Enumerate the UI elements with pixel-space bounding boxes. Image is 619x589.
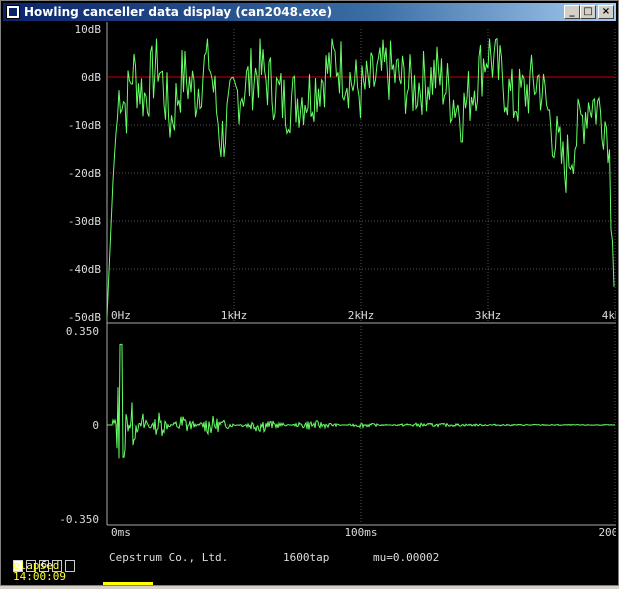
progress-bar (103, 582, 153, 585)
spectrum-x-tick: 0Hz (111, 309, 131, 322)
spectrum-y-tick: -20dB (68, 167, 101, 180)
impulse-y-tick: -0.350 (59, 513, 99, 526)
spectrum-y-tick: -10dB (68, 119, 101, 132)
spectrum-x-tick: 1kHz (221, 309, 248, 322)
app-icon[interactable] (6, 5, 20, 19)
mu-value: mu=0.00002 (373, 551, 440, 564)
elapsed-time: 14:00:09 (13, 570, 66, 583)
minimize-button[interactable]: _ (564, 5, 580, 19)
company-name: Cepstrum Co., Ltd. (109, 551, 229, 564)
app-window: Howling canceller data display (can2048.… (0, 0, 619, 586)
tap-count: 1600tap (283, 551, 330, 564)
spectrum-y-tick: -50dB (68, 311, 101, 324)
spectrum-x-tick: 3kHz (475, 309, 502, 322)
title-bar[interactable]: Howling canceller data display (can2048.… (3, 3, 616, 21)
spectrum-y-tick: -40dB (68, 263, 101, 276)
spectrum-y-tick: -30dB (68, 215, 101, 228)
plots-canvas: 10dB 0dB -10dB -20dB -30dB -40dB -50dB 0Hz 1kHz 2… (59, 22, 619, 539)
channel-indicator[interactable] (65, 560, 75, 572)
impulse-tick-labels: 0.350 0 -0.350 0ms 100ms 200ms (59, 325, 619, 539)
spectrum-y-tick: 0dB (81, 71, 101, 84)
spectrum-y-tick: 10dB (75, 23, 102, 36)
impulse-x-tick: 200ms (598, 526, 616, 539)
impulse-y-tick: 0.350 (66, 325, 99, 338)
impulse-x-tick: 100ms (344, 526, 377, 539)
close-button[interactable]: × (598, 5, 614, 19)
impulse-y-tick: 0 (92, 419, 99, 432)
maximize-button[interactable]: □ (580, 5, 596, 19)
display-area: 10dB 0dB -10dB -20dB -30dB -40dB -50dB 0Hz 1kHz 2… (3, 22, 619, 585)
impulse-x-tick: 0ms (111, 526, 131, 539)
spectrum-x-tick: 4kHz (602, 309, 616, 322)
window-title: Howling canceller data display (can2048.… (24, 5, 333, 19)
spectrum-x-tick: 2kHz (348, 309, 375, 322)
